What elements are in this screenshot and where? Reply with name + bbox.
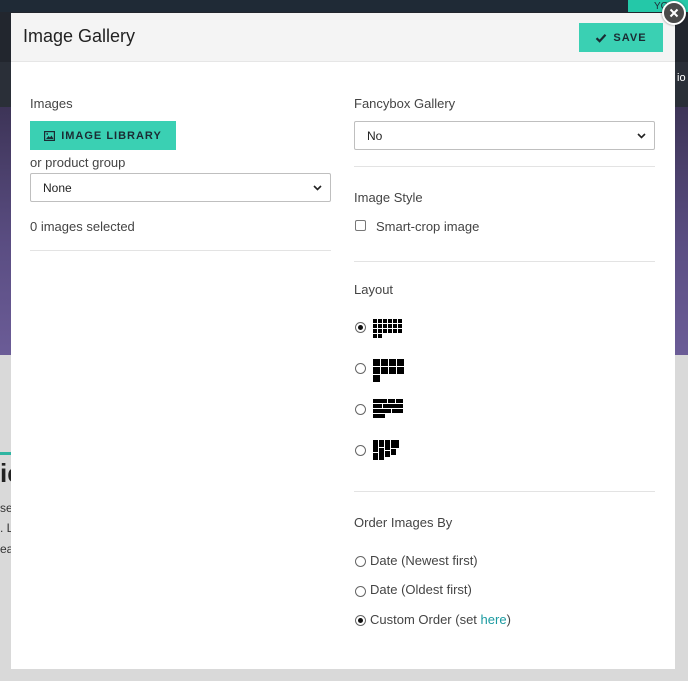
layout-glyph-block xyxy=(389,367,396,374)
layout-radio-brick[interactable] xyxy=(355,404,366,415)
layout-glyph-block xyxy=(388,399,395,403)
order-option-newest: Date (Newest first) xyxy=(370,553,478,568)
image-gallery-modal: Image Gallery SAVE Images IMAGE LIBRARY … xyxy=(11,13,675,669)
layout-glyph-block xyxy=(373,375,380,382)
layout-glyph-block xyxy=(383,329,387,333)
layout-glyph-block xyxy=(373,409,391,413)
layout-glyph-block xyxy=(396,399,403,403)
layout-glyph-block xyxy=(373,404,382,408)
layout-glyph-block xyxy=(397,367,404,374)
order-option-custom-text: Custom Order (set xyxy=(370,612,481,627)
order-option-oldest: Date (Oldest first) xyxy=(370,582,472,597)
modal-title: Image Gallery xyxy=(23,26,136,46)
close-modal-button[interactable] xyxy=(662,1,686,25)
layout-divider xyxy=(354,491,655,492)
check-icon xyxy=(596,33,607,43)
modal-header: Image Gallery SAVE xyxy=(11,13,675,62)
layout-glyph-block xyxy=(397,359,404,366)
image-library-label: IMAGE LIBRARY xyxy=(61,129,162,142)
layout-glyph-block xyxy=(373,440,378,452)
layout-radio-grid-dense[interactable] xyxy=(355,322,366,333)
smart-crop-checkbox[interactable] xyxy=(355,220,366,231)
layout-glyph-block xyxy=(398,319,402,323)
layout-glyph-block xyxy=(385,451,390,457)
layout-glyph-block xyxy=(373,329,377,333)
images-selected-count: 0 images selected xyxy=(30,219,135,234)
background-accent-line xyxy=(0,452,11,455)
layout-glyph-block xyxy=(392,409,403,413)
layout-label: Layout xyxy=(354,282,394,297)
order-option-custom-suffix: ) xyxy=(506,612,511,627)
layout-glyph-block xyxy=(373,399,387,403)
layout-glyph-block xyxy=(378,324,382,328)
grid-medium-layout-icon xyxy=(373,359,404,382)
product-group-label: or product group xyxy=(30,155,126,170)
chevron-down-icon xyxy=(313,185,322,191)
image-style-divider xyxy=(354,261,655,262)
layout-glyph-block xyxy=(385,440,390,450)
layout-glyph-block xyxy=(379,440,384,447)
layout-glyph-block xyxy=(398,329,402,333)
image-library-button[interactable]: IMAGE LIBRARY xyxy=(30,121,176,150)
product-group-value: None xyxy=(43,180,72,195)
order-option-custom: Custom Order (set here) xyxy=(370,612,511,627)
background-right-strip: io xyxy=(674,62,688,107)
left-divider xyxy=(30,250,331,251)
layout-glyph-block xyxy=(383,404,403,408)
close-icon xyxy=(669,8,679,18)
background-topbar xyxy=(0,0,688,12)
fancybox-divider xyxy=(354,166,655,167)
layout-glyph-block xyxy=(373,453,378,460)
layout-glyph-block xyxy=(378,329,382,333)
layout-glyph-block xyxy=(398,324,402,328)
layout-glyph-block xyxy=(393,319,397,323)
layout-glyph-block xyxy=(381,359,388,366)
layout-glyph-block xyxy=(379,448,384,460)
layout-glyph-block xyxy=(373,367,380,374)
layout-glyph-block xyxy=(393,324,397,328)
layout-glyph-block xyxy=(381,367,388,374)
layout-glyph-block xyxy=(388,324,392,328)
layout-radio-masonry[interactable] xyxy=(355,445,366,456)
grid-dense-layout-icon xyxy=(373,319,403,343)
save-button-label: SAVE xyxy=(613,31,647,44)
fancybox-value: No xyxy=(367,128,383,143)
product-group-select[interactable]: None xyxy=(30,173,331,202)
layout-glyph-block xyxy=(391,440,399,448)
fancybox-select[interactable]: No xyxy=(354,121,655,150)
layout-glyph-block xyxy=(373,334,377,338)
layout-glyph-block xyxy=(391,449,396,455)
layout-glyph-block xyxy=(389,359,396,366)
layout-glyph-block xyxy=(378,334,382,338)
image-style-label: Image Style xyxy=(354,190,423,205)
background-left-strip xyxy=(0,62,11,107)
order-radio-custom[interactable] xyxy=(355,615,366,626)
order-radio-oldest[interactable] xyxy=(355,586,366,597)
fancybox-label: Fancybox Gallery xyxy=(354,96,456,111)
chevron-down-icon xyxy=(637,133,646,139)
save-button[interactable]: SAVE xyxy=(579,23,663,52)
background-right-text: io xyxy=(677,72,686,84)
brick-layout-icon xyxy=(373,399,403,423)
layout-glyph-block xyxy=(373,319,377,323)
layout-radio-grid-medium[interactable] xyxy=(355,363,366,374)
order-radio-newest[interactable] xyxy=(355,556,366,567)
layout-glyph-block xyxy=(378,319,382,323)
masonry-layout-icon xyxy=(373,440,401,464)
smart-crop-label: Smart-crop image xyxy=(376,219,480,234)
layout-glyph-block xyxy=(388,319,392,323)
layout-glyph-block xyxy=(393,329,397,333)
image-icon xyxy=(44,130,56,141)
layout-glyph-block xyxy=(373,359,380,366)
layout-glyph-block xyxy=(388,329,392,333)
layout-glyph-block xyxy=(373,414,385,418)
custom-order-here-link[interactable]: here xyxy=(481,612,507,627)
layout-glyph-block xyxy=(373,324,377,328)
layout-glyph-block xyxy=(383,319,387,323)
layout-glyph-block xyxy=(383,324,387,328)
images-label: Images xyxy=(30,96,73,111)
order-images-label: Order Images By xyxy=(354,515,453,530)
